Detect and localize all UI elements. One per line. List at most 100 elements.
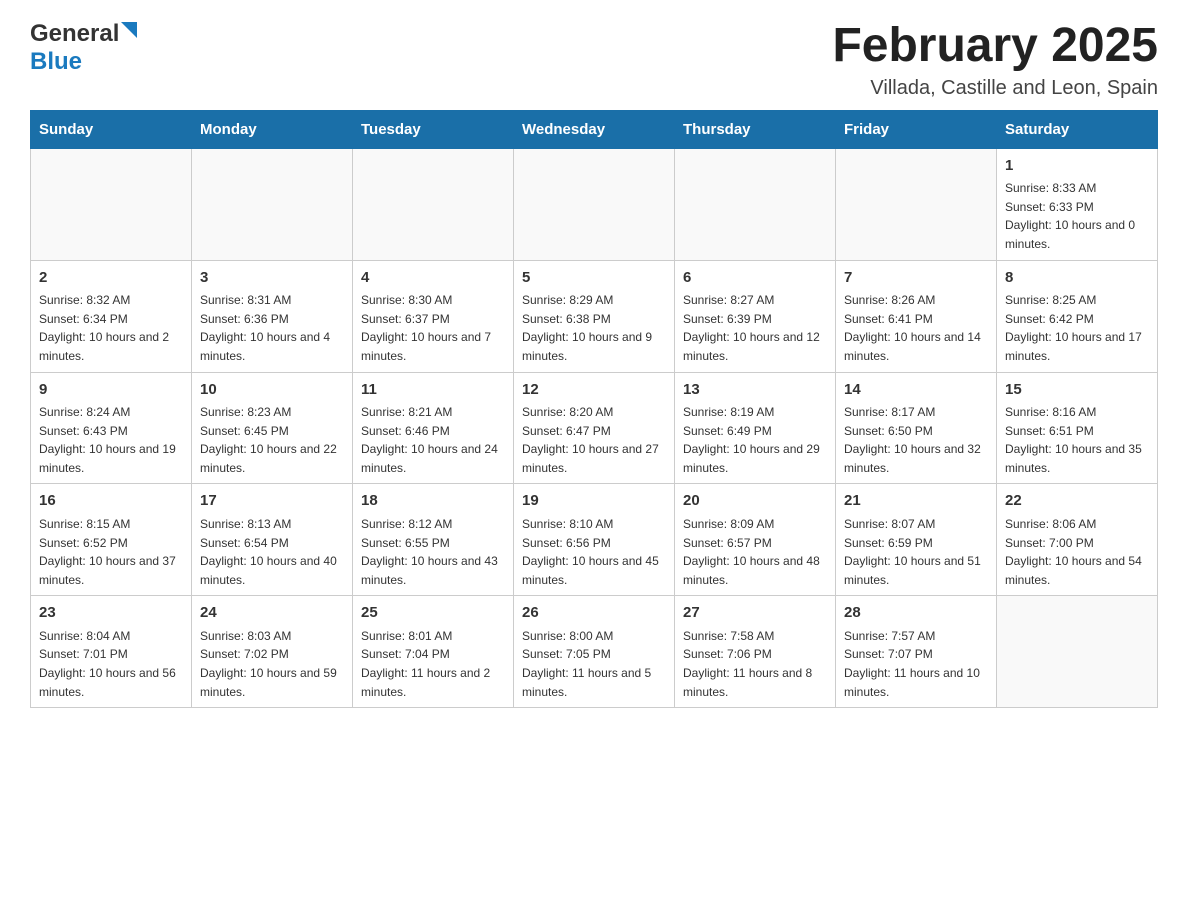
calendar-cell: 2Sunrise: 8:32 AM Sunset: 6:34 PM Daylig… <box>31 260 192 372</box>
day-info: Sunrise: 8:03 AM Sunset: 7:02 PM Dayligh… <box>200 627 344 701</box>
weekday-header-thursday: Thursday <box>675 110 836 148</box>
calendar-cell <box>353 148 514 260</box>
calendar-cell: 21Sunrise: 8:07 AM Sunset: 6:59 PM Dayli… <box>836 484 997 596</box>
calendar-cell: 22Sunrise: 8:06 AM Sunset: 7:00 PM Dayli… <box>997 484 1158 596</box>
day-number: 28 <box>844 602 988 625</box>
calendar-cell: 23Sunrise: 8:04 AM Sunset: 7:01 PM Dayli… <box>31 596 192 708</box>
day-info: Sunrise: 8:26 AM Sunset: 6:41 PM Dayligh… <box>844 291 988 365</box>
day-info: Sunrise: 8:31 AM Sunset: 6:36 PM Dayligh… <box>200 291 344 365</box>
day-number: 26 <box>522 602 666 625</box>
day-number: 11 <box>361 379 505 402</box>
page-header: General Blue February 2025 Villada, Cast… <box>30 20 1158 100</box>
calendar-cell: 25Sunrise: 8:01 AM Sunset: 7:04 PM Dayli… <box>353 596 514 708</box>
calendar-cell: 7Sunrise: 8:26 AM Sunset: 6:41 PM Daylig… <box>836 260 997 372</box>
weekday-header-saturday: Saturday <box>997 110 1158 148</box>
weekday-header-tuesday: Tuesday <box>353 110 514 148</box>
calendar-cell: 27Sunrise: 7:58 AM Sunset: 7:06 PM Dayli… <box>675 596 836 708</box>
day-info: Sunrise: 8:04 AM Sunset: 7:01 PM Dayligh… <box>39 627 183 701</box>
day-number: 10 <box>200 379 344 402</box>
calendar-cell: 3Sunrise: 8:31 AM Sunset: 6:36 PM Daylig… <box>192 260 353 372</box>
calendar-cell: 9Sunrise: 8:24 AM Sunset: 6:43 PM Daylig… <box>31 372 192 484</box>
day-info: Sunrise: 8:33 AM Sunset: 6:33 PM Dayligh… <box>1005 179 1149 253</box>
day-info: Sunrise: 7:58 AM Sunset: 7:06 PM Dayligh… <box>683 627 827 701</box>
day-number: 14 <box>844 379 988 402</box>
calendar-cell <box>675 148 836 260</box>
day-number: 3 <box>200 267 344 290</box>
calendar-cell: 4Sunrise: 8:30 AM Sunset: 6:37 PM Daylig… <box>353 260 514 372</box>
day-number: 20 <box>683 490 827 513</box>
day-info: Sunrise: 8:16 AM Sunset: 6:51 PM Dayligh… <box>1005 403 1149 477</box>
calendar-week-row: 1Sunrise: 8:33 AM Sunset: 6:33 PM Daylig… <box>31 148 1158 260</box>
day-info: Sunrise: 8:24 AM Sunset: 6:43 PM Dayligh… <box>39 403 183 477</box>
logo: General Blue <box>30 20 137 76</box>
calendar-cell: 20Sunrise: 8:09 AM Sunset: 6:57 PM Dayli… <box>675 484 836 596</box>
calendar-cell <box>997 596 1158 708</box>
day-number: 21 <box>844 490 988 513</box>
day-info: Sunrise: 8:12 AM Sunset: 6:55 PM Dayligh… <box>361 515 505 589</box>
day-info: Sunrise: 8:30 AM Sunset: 6:37 PM Dayligh… <box>361 291 505 365</box>
calendar-cell <box>836 148 997 260</box>
calendar-week-row: 2Sunrise: 8:32 AM Sunset: 6:34 PM Daylig… <box>31 260 1158 372</box>
calendar-cell: 28Sunrise: 7:57 AM Sunset: 7:07 PM Dayli… <box>836 596 997 708</box>
calendar-cell: 15Sunrise: 8:16 AM Sunset: 6:51 PM Dayli… <box>997 372 1158 484</box>
calendar-cell: 19Sunrise: 8:10 AM Sunset: 6:56 PM Dayli… <box>514 484 675 596</box>
calendar-cell: 6Sunrise: 8:27 AM Sunset: 6:39 PM Daylig… <box>675 260 836 372</box>
day-info: Sunrise: 8:13 AM Sunset: 6:54 PM Dayligh… <box>200 515 344 589</box>
day-number: 15 <box>1005 379 1149 402</box>
day-number: 5 <box>522 267 666 290</box>
title-block: February 2025 Villada, Castille and Leon… <box>832 20 1158 100</box>
day-number: 22 <box>1005 490 1149 513</box>
day-number: 12 <box>522 379 666 402</box>
calendar-cell: 26Sunrise: 8:00 AM Sunset: 7:05 PM Dayli… <box>514 596 675 708</box>
calendar-cell <box>514 148 675 260</box>
calendar-week-row: 16Sunrise: 8:15 AM Sunset: 6:52 PM Dayli… <box>31 484 1158 596</box>
day-number: 1 <box>1005 155 1149 178</box>
day-info: Sunrise: 8:10 AM Sunset: 6:56 PM Dayligh… <box>522 515 666 589</box>
day-info: Sunrise: 8:07 AM Sunset: 6:59 PM Dayligh… <box>844 515 988 589</box>
day-number: 13 <box>683 379 827 402</box>
calendar-cell <box>192 148 353 260</box>
day-info: Sunrise: 8:19 AM Sunset: 6:49 PM Dayligh… <box>683 403 827 477</box>
calendar-week-row: 9Sunrise: 8:24 AM Sunset: 6:43 PM Daylig… <box>31 372 1158 484</box>
day-number: 18 <box>361 490 505 513</box>
calendar-cell: 14Sunrise: 8:17 AM Sunset: 6:50 PM Dayli… <box>836 372 997 484</box>
day-info: Sunrise: 8:27 AM Sunset: 6:39 PM Dayligh… <box>683 291 827 365</box>
day-number: 16 <box>39 490 183 513</box>
calendar-cell: 8Sunrise: 8:25 AM Sunset: 6:42 PM Daylig… <box>997 260 1158 372</box>
day-number: 9 <box>39 379 183 402</box>
calendar-cell: 11Sunrise: 8:21 AM Sunset: 6:46 PM Dayli… <box>353 372 514 484</box>
month-title: February 2025 <box>832 20 1158 73</box>
calendar-cell: 16Sunrise: 8:15 AM Sunset: 6:52 PM Dayli… <box>31 484 192 596</box>
calendar-cell <box>31 148 192 260</box>
calendar-cell: 18Sunrise: 8:12 AM Sunset: 6:55 PM Dayli… <box>353 484 514 596</box>
day-info: Sunrise: 8:15 AM Sunset: 6:52 PM Dayligh… <box>39 515 183 589</box>
calendar-week-row: 23Sunrise: 8:04 AM Sunset: 7:01 PM Dayli… <box>31 596 1158 708</box>
day-info: Sunrise: 8:00 AM Sunset: 7:05 PM Dayligh… <box>522 627 666 701</box>
day-info: Sunrise: 8:21 AM Sunset: 6:46 PM Dayligh… <box>361 403 505 477</box>
day-info: Sunrise: 8:23 AM Sunset: 6:45 PM Dayligh… <box>200 403 344 477</box>
location-text: Villada, Castille and Leon, Spain <box>832 77 1158 100</box>
weekday-header-monday: Monday <box>192 110 353 148</box>
calendar-cell: 13Sunrise: 8:19 AM Sunset: 6:49 PM Dayli… <box>675 372 836 484</box>
logo-blue-text: Blue <box>30 48 82 75</box>
day-info: Sunrise: 8:20 AM Sunset: 6:47 PM Dayligh… <box>522 403 666 477</box>
day-info: Sunrise: 8:06 AM Sunset: 7:00 PM Dayligh… <box>1005 515 1149 589</box>
calendar-cell: 10Sunrise: 8:23 AM Sunset: 6:45 PM Dayli… <box>192 372 353 484</box>
weekday-header-friday: Friday <box>836 110 997 148</box>
calendar-cell: 17Sunrise: 8:13 AM Sunset: 6:54 PM Dayli… <box>192 484 353 596</box>
logo-arrow-icon <box>121 22 137 38</box>
day-info: Sunrise: 8:09 AM Sunset: 6:57 PM Dayligh… <box>683 515 827 589</box>
day-info: Sunrise: 8:17 AM Sunset: 6:50 PM Dayligh… <box>844 403 988 477</box>
weekday-header-sunday: Sunday <box>31 110 192 148</box>
day-number: 4 <box>361 267 505 290</box>
calendar-cell: 12Sunrise: 8:20 AM Sunset: 6:47 PM Dayli… <box>514 372 675 484</box>
day-number: 8 <box>1005 267 1149 290</box>
day-number: 6 <box>683 267 827 290</box>
day-number: 17 <box>200 490 344 513</box>
calendar-cell: 1Sunrise: 8:33 AM Sunset: 6:33 PM Daylig… <box>997 148 1158 260</box>
day-number: 27 <box>683 602 827 625</box>
calendar-table: SundayMondayTuesdayWednesdayThursdayFrid… <box>30 110 1158 708</box>
day-number: 24 <box>200 602 344 625</box>
calendar-header-row: SundayMondayTuesdayWednesdayThursdayFrid… <box>31 110 1158 148</box>
day-number: 19 <box>522 490 666 513</box>
